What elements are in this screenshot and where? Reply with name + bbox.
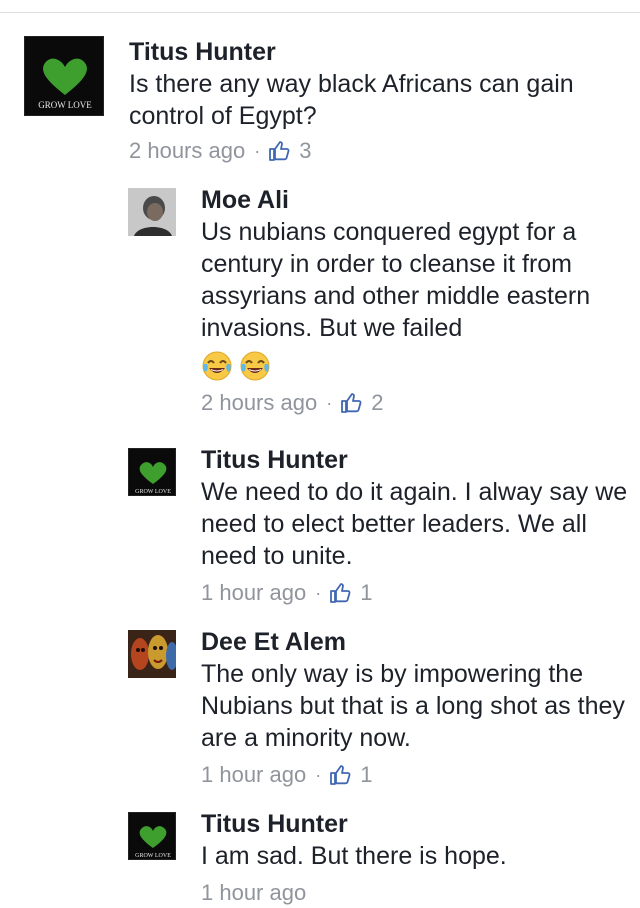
comment-meta: 1 hour ago · 1 xyxy=(201,760,628,790)
thumbs-up-icon[interactable] xyxy=(328,581,352,605)
timestamp[interactable]: 2 hours ago xyxy=(129,136,245,166)
comment-text: We need to do it again. I alway say we n… xyxy=(201,478,628,570)
comment-author[interactable]: Titus Hunter xyxy=(201,444,628,476)
svg-text:GROW LOVE: GROW LOVE xyxy=(135,853,171,859)
avatar[interactable] xyxy=(128,630,176,678)
separator: · xyxy=(315,583,322,603)
avatar[interactable]: GROW LOVE xyxy=(24,36,104,116)
thumbs-up-icon[interactable] xyxy=(267,139,291,163)
tears-of-joy-emoji-icon xyxy=(201,350,233,382)
like-count[interactable]: 3 xyxy=(299,136,311,166)
thumbs-up-icon[interactable] xyxy=(339,391,363,415)
timestamp[interactable]: 2 hours ago xyxy=(201,388,317,418)
comment-text: Us nubians conquered egypt for a century… xyxy=(201,218,591,342)
like-count[interactable]: 2 xyxy=(371,388,383,418)
timestamp[interactable]: 1 hour ago xyxy=(201,760,306,790)
separator: · xyxy=(326,393,333,413)
separator: · xyxy=(315,765,322,785)
timestamp[interactable]: 1 hour ago xyxy=(201,578,306,608)
emoji-row xyxy=(201,350,628,382)
person-photo-icon xyxy=(128,188,176,236)
comment-author[interactable]: Dee Et Alem xyxy=(201,626,628,658)
comment-author[interactable]: Moe Ali xyxy=(201,184,628,216)
comment-meta: 2 hours ago · 2 xyxy=(201,388,628,418)
comment-meta: 1 hour ago · 1 xyxy=(201,578,628,608)
heart-logo-icon: GROW LOVE xyxy=(38,58,92,110)
comment-meta: 1 hour ago xyxy=(201,878,628,908)
tears-of-joy-emoji-icon xyxy=(239,350,271,382)
like-count[interactable]: 1 xyxy=(360,760,372,790)
heart-logo-icon: GROW LOVE xyxy=(135,462,171,495)
masks-artwork-icon xyxy=(128,630,176,678)
comment-author[interactable]: Titus Hunter xyxy=(129,36,624,68)
svg-text:GROW LOVE: GROW LOVE xyxy=(135,489,171,495)
comment-text: I am sad. But there is hope. xyxy=(201,842,507,870)
avatar[interactable] xyxy=(128,188,176,236)
avatar[interactable]: GROW LOVE xyxy=(128,448,176,496)
avatar[interactable]: GROW LOVE xyxy=(128,812,176,860)
comment-text: The only way is by impowering the Nubian… xyxy=(201,660,625,752)
thumbs-up-icon[interactable] xyxy=(328,763,352,787)
separator: · xyxy=(254,141,261,161)
timestamp[interactable]: 1 hour ago xyxy=(201,878,306,908)
comment-author[interactable]: Titus Hunter xyxy=(201,808,628,840)
like-count[interactable]: 1 xyxy=(360,578,372,608)
comment-meta: 2 hours ago · 3 xyxy=(129,136,624,166)
heart-logo-icon: GROW LOVE xyxy=(135,826,171,859)
top-divider xyxy=(0,12,640,13)
svg-text:GROW LOVE: GROW LOVE xyxy=(38,100,92,110)
comment-text: Is there any way black Africans can gain… xyxy=(129,70,574,130)
